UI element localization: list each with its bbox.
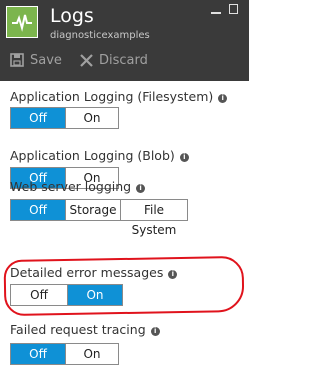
info-icon[interactable]: i — [150, 327, 160, 336]
option-off[interactable]: Off — [11, 344, 65, 364]
info-icon[interactable]: i — [136, 184, 146, 193]
info-icon[interactable]: i — [179, 153, 189, 162]
option-off[interactable]: Off — [11, 108, 65, 128]
toggle-web-server-logging: Off Storage File System — [10, 199, 188, 237]
option-on[interactable]: On — [65, 344, 118, 364]
info-icon[interactable]: i — [218, 94, 228, 103]
section-label-web-server: Web server logging i — [10, 179, 146, 195]
discard-button[interactable]: Discard — [80, 48, 148, 72]
restore-icon[interactable] — [229, 4, 238, 14]
section-label-app-logging-filesystem: Application Logging (Filesystem) i — [10, 89, 228, 105]
blade-title: Logs — [50, 5, 94, 27]
activity-pulse-icon — [6, 6, 38, 38]
annotation-highlight — [3, 255, 245, 317]
command-bar: Save Discard — [0, 48, 249, 72]
section-label-failed-request-tracing: Failed request tracing i — [10, 322, 160, 338]
save-label: Save — [30, 52, 62, 68]
blade-header: Logs diagnosticexamples Save Discard — [0, 0, 249, 81]
option-off[interactable]: Off — [11, 200, 65, 220]
option-storage[interactable]: Storage — [65, 200, 120, 220]
save-button[interactable]: Save — [10, 48, 62, 72]
toggle-failed-request-tracing: Off On — [10, 343, 119, 365]
section-label-app-logging-blob: Application Logging (Blob) i — [10, 148, 189, 164]
toggle-app-logging-filesystem: Off On — [10, 107, 119, 129]
option-on[interactable]: On — [65, 108, 118, 128]
close-icon — [80, 53, 93, 67]
minimize-icon[interactable] — [211, 12, 221, 14]
discard-label: Discard — [99, 52, 148, 68]
save-icon — [10, 53, 24, 67]
option-file-system[interactable]: File System — [120, 200, 187, 237]
blade-subtitle: diagnosticexamples — [50, 30, 150, 41]
